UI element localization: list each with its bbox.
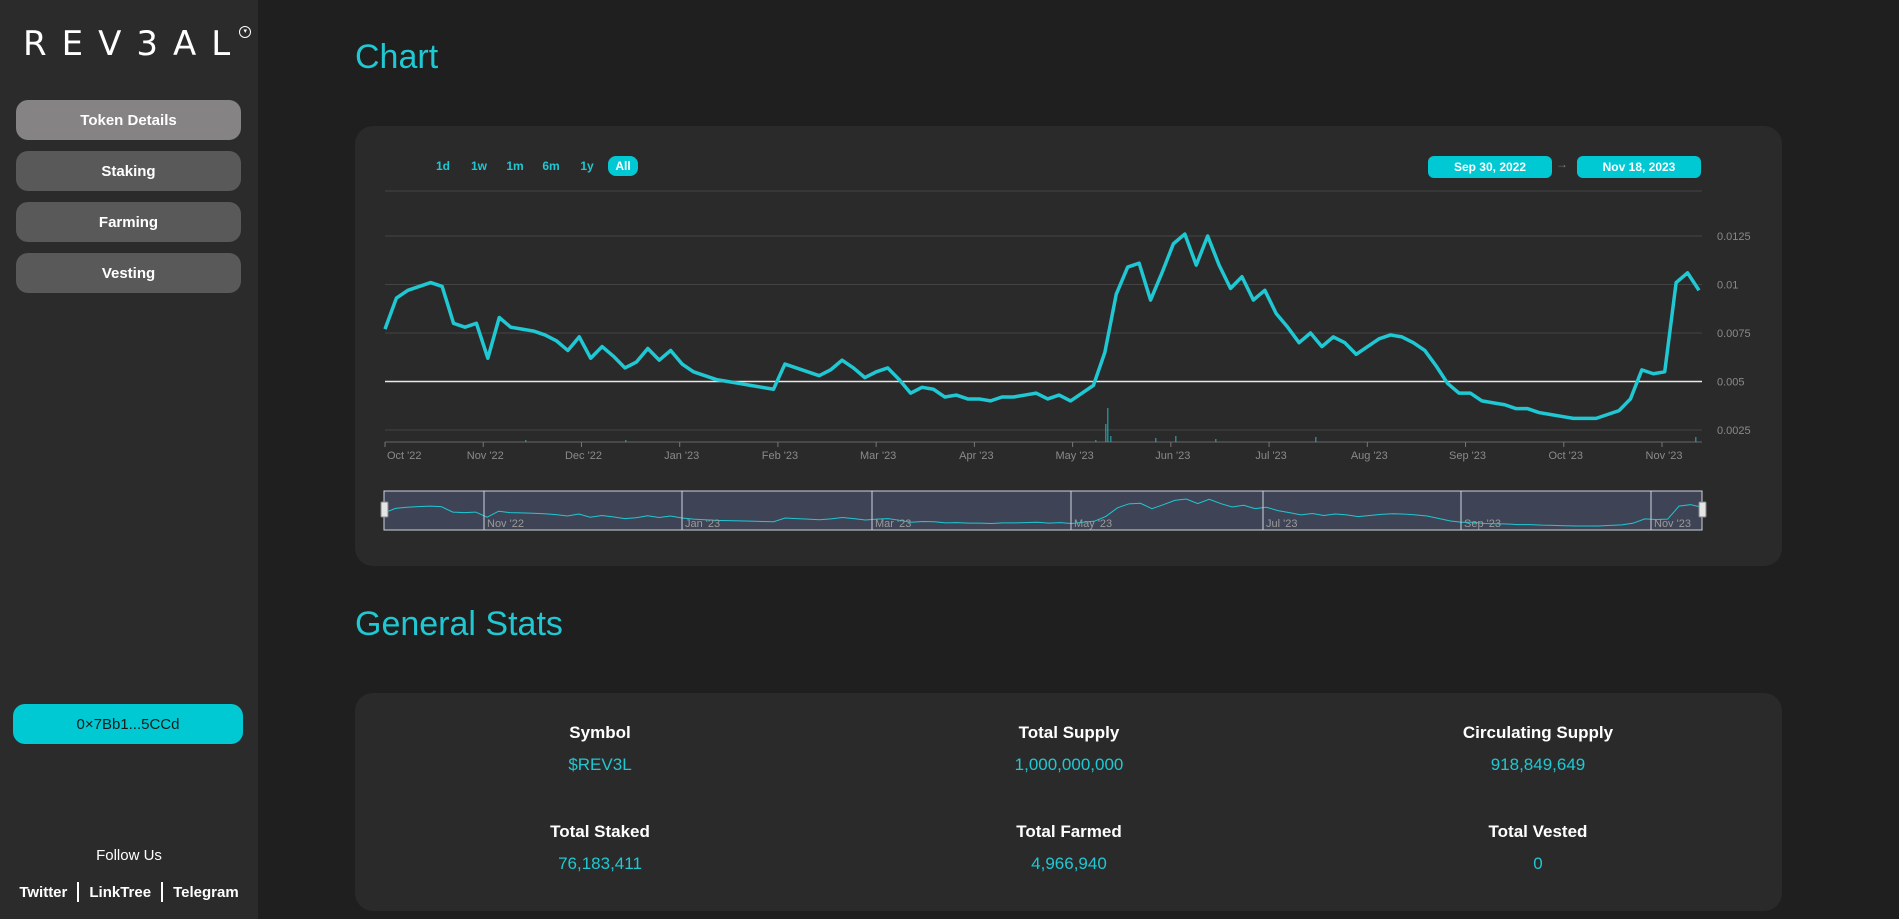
x-tick-label: Apr '23	[959, 450, 994, 462]
chart-section-title: Chart	[355, 38, 439, 76]
navigator-label: Mar '23	[875, 518, 911, 530]
nav-vesting-button[interactable]: Vesting	[16, 253, 241, 293]
volume-bar	[1695, 437, 1697, 442]
y-tick-label: 0.0075	[1717, 328, 1751, 340]
stat-circulating-supply: Circulating Supply 918,849,649	[1388, 723, 1688, 775]
volume-bar	[1107, 408, 1109, 442]
volume-bar	[625, 440, 627, 442]
y-tick-label: 0.005	[1717, 377, 1745, 389]
x-tick-label: Sep '23	[1449, 450, 1486, 462]
nav-farming-button[interactable]: Farming	[16, 202, 241, 242]
volume-bar	[1315, 437, 1317, 442]
social-links: Twitter LinkTree Telegram	[0, 882, 258, 902]
navigator-label: Sep '23	[1464, 518, 1501, 530]
stat-total-farmed: Total Farmed 4,966,940	[919, 822, 1219, 874]
stat-label: Total Staked	[550, 822, 650, 841]
chart-card: 1d 1w 1m 6m 1y All Sep 30, 2022 → Nov 18…	[355, 126, 1782, 566]
stat-value: 1,000,000,000	[1014, 755, 1124, 774]
x-tick-label: Nov '22	[467, 450, 504, 462]
x-tick-label: Nov '23	[1646, 450, 1683, 462]
x-tick-label: Feb '23	[762, 450, 798, 462]
navigator-label: Jul '23	[1266, 518, 1297, 530]
wallet-address-button[interactable]: 0×7Bb1...5CCd	[13, 704, 243, 744]
stat-label: Symbol	[569, 723, 631, 742]
logo-text: REV3AL	[23, 24, 246, 64]
volume-bar	[1215, 439, 1217, 442]
brand-logo[interactable]: REV3AL ▾	[23, 24, 263, 64]
stat-total-staked: Total Staked 76,183,411	[450, 822, 750, 874]
navigator-label: May '23	[1074, 518, 1112, 530]
sidebar-nav: Token Details Staking Farming Vesting	[16, 100, 241, 304]
navigator-handle[interactable]	[1698, 501, 1707, 518]
twitter-link[interactable]: Twitter	[9, 884, 77, 901]
stat-total-vested: Total Vested 0	[1388, 822, 1688, 874]
stat-label: Total Farmed	[1016, 822, 1122, 841]
stat-total-supply: Total Supply 1,000,000,000	[919, 723, 1219, 775]
stat-symbol: Symbol $REV3L	[450, 723, 750, 775]
stat-value: 0	[1533, 854, 1543, 873]
navigator-label: Nov '23	[1654, 518, 1691, 530]
x-tick-label: Oct '22	[387, 450, 422, 462]
sidebar: REV3AL ▾ Token Details Staking Farming V…	[0, 0, 258, 919]
navigator-handle[interactable]	[380, 501, 389, 518]
x-tick-label: Dec '22	[565, 450, 602, 462]
stats-card: Symbol $REV3L Total Supply 1,000,000,000…	[355, 693, 1782, 911]
stat-value: $REV3L	[568, 755, 632, 774]
navigator-label: Nov '22	[487, 518, 524, 530]
x-tick-label: May '23	[1056, 450, 1094, 462]
x-tick-label: Jul '23	[1255, 450, 1286, 462]
stat-value: 76,183,411	[558, 854, 642, 873]
stat-label: Total Vested	[1488, 822, 1588, 841]
x-tick-label: Jan '23	[664, 450, 699, 462]
telegram-link[interactable]: Telegram	[163, 884, 249, 901]
follow-us-heading: Follow Us	[96, 847, 162, 864]
volume-bar	[1110, 436, 1112, 442]
linktree-link[interactable]: LinkTree	[79, 884, 161, 901]
volume-bar	[1105, 424, 1107, 442]
stat-value: 918,849,649	[1490, 755, 1586, 774]
price-series-line	[383, 232, 1701, 421]
volume-bar	[1155, 438, 1157, 442]
navigator-label: Jan '23	[685, 518, 720, 530]
x-tick-label: Aug '23	[1351, 450, 1388, 462]
volume-bar	[1095, 440, 1097, 442]
y-tick-label: 0.0125	[1717, 231, 1751, 243]
stat-label: Total Supply	[1018, 723, 1120, 742]
nav-token-details-button[interactable]: Token Details	[16, 100, 241, 140]
volume-bar	[1175, 436, 1177, 442]
stat-value: 4,966,940	[1031, 854, 1107, 873]
x-tick-label: Oct '23	[1549, 450, 1584, 462]
x-tick-label: Jun '23	[1155, 450, 1190, 462]
y-tick-label: 0.0025	[1717, 425, 1751, 437]
y-tick-label: 0.01	[1717, 280, 1738, 292]
nav-staking-button[interactable]: Staking	[16, 151, 241, 191]
volume-bar	[525, 440, 527, 442]
price-chart[interactable]: 0.0025 0.005 0.0075 0.01 0.0125 Oct '22 Nov '2…	[355, 126, 1782, 566]
stats-section-title: General Stats	[355, 605, 563, 643]
logo-mark-icon: ▾	[239, 26, 252, 38]
stat-label: Circulating Supply	[1462, 723, 1614, 742]
x-tick-label: Mar '23	[860, 450, 896, 462]
